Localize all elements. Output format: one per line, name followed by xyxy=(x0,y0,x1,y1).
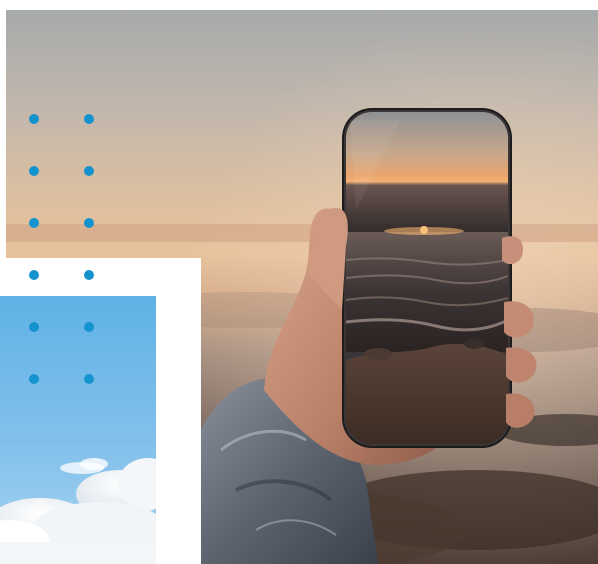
dot xyxy=(29,166,39,176)
dot xyxy=(29,270,39,280)
dot-grid-decoration xyxy=(29,114,97,386)
dot xyxy=(84,114,94,124)
dot xyxy=(84,166,94,176)
dot xyxy=(84,374,94,384)
dot xyxy=(84,218,94,228)
dot xyxy=(29,218,39,228)
dot xyxy=(84,322,94,332)
dot xyxy=(29,322,39,332)
dot xyxy=(29,374,39,384)
dot xyxy=(84,270,94,280)
dot xyxy=(29,114,39,124)
